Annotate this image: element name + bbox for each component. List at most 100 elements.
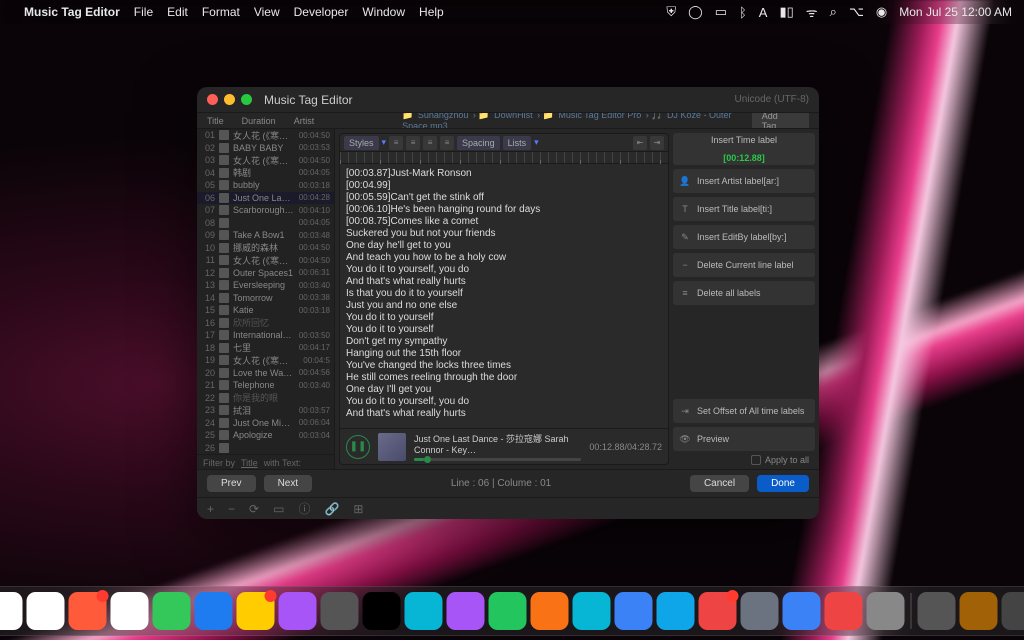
track-row[interactable]: 10挪威的森林00:04:50 <box>197 242 334 255</box>
track-row[interactable]: 02BABY BABY00:03:53 <box>197 142 334 155</box>
ruler[interactable] <box>340 152 668 164</box>
set-offset-button[interactable]: ⇥ Set Offset of All time labels <box>673 399 815 423</box>
track-row[interactable]: 03女人花 (《寒…00:04:50 <box>197 154 334 167</box>
lists-dropdown[interactable]: Lists <box>503 136 532 150</box>
align-left-icon[interactable]: ≡ <box>389 136 403 150</box>
menu-edit[interactable]: Edit <box>167 5 188 19</box>
grid-icon[interactable]: ⊞ <box>353 502 363 516</box>
styles-dropdown[interactable]: Styles <box>344 136 379 150</box>
folder-icon[interactable]: ▭ <box>273 502 284 516</box>
dock-app[interactable] <box>531 592 569 630</box>
minimize-icon[interactable] <box>224 94 235 105</box>
apply-all-checkbox[interactable]: Apply to all <box>673 455 815 465</box>
dock-app[interactable] <box>195 592 233 630</box>
dock-app[interactable] <box>741 592 779 630</box>
align-right-icon[interactable]: ≡ <box>423 136 437 150</box>
track-row[interactable]: 20Love the Way…00:04:56 <box>197 367 334 380</box>
link-icon[interactable]: 🔗 <box>324 502 339 516</box>
track-row[interactable]: 04韩剧00:04:05 <box>197 167 334 180</box>
dock-app[interactable] <box>279 592 317 630</box>
dock-app[interactable] <box>405 592 443 630</box>
dock-app[interactable] <box>867 592 905 630</box>
dock-app[interactable] <box>573 592 611 630</box>
track-row[interactable]: 14Tomorrow00:03:38 <box>197 292 334 305</box>
shield-icon[interactable]: ⛨ <box>666 4 676 20</box>
track-row[interactable]: 19女人花 (《寒…00:04:5 <box>197 354 334 367</box>
dock-app[interactable] <box>447 592 485 630</box>
add-icon[interactable]: + <box>207 502 214 516</box>
track-row[interactable]: 21Telephone00:03:40 <box>197 379 334 392</box>
dock-app[interactable] <box>0 592 23 630</box>
dock-app[interactable] <box>783 592 821 630</box>
col-artist[interactable]: Artist <box>294 116 315 126</box>
close-icon[interactable] <box>207 94 218 105</box>
insert-time-button[interactable]: Insert Time label [00:12.88] <box>673 133 815 165</box>
track-row[interactable]: 11女人花 (《寒…00:04:50 <box>197 254 334 267</box>
wifi-icon[interactable]: ᯤ <box>806 3 818 21</box>
track-row[interactable]: 25Apologize00:03:04 <box>197 429 334 442</box>
track-row[interactable]: 05bubbly00:03:18 <box>197 179 334 192</box>
track-row[interactable]: 15Katie00:03:18 <box>197 304 334 317</box>
menubar-clock[interactable]: Mon Jul 25 12:00 AM <box>899 5 1012 19</box>
prev-button[interactable]: Prev <box>207 475 256 492</box>
track-row[interactable]: 24Just One Min…00:06:04 <box>197 417 334 430</box>
indent-icon[interactable]: ⇥ <box>650 136 664 150</box>
dock-app[interactable] <box>657 592 695 630</box>
encoding-label[interactable]: Unicode (UTF-8) <box>735 94 809 105</box>
siri-icon[interactable]: ◉ <box>876 4 887 20</box>
info-icon[interactable]: ⓘ <box>298 500 310 517</box>
track-row[interactable]: 17International…00:03:50 <box>197 329 334 342</box>
input-icon[interactable]: A <box>759 5 768 20</box>
dock-app[interactable] <box>27 592 65 630</box>
dock-app[interactable] <box>363 592 401 630</box>
refresh-icon[interactable]: ⟳ <box>249 502 259 516</box>
dock-app[interactable] <box>918 592 956 630</box>
dock-app[interactable] <box>1002 592 1024 630</box>
preview-button[interactable]: 👁 Preview <box>673 427 815 451</box>
outdent-icon[interactable]: ⇤ <box>633 136 647 150</box>
insert-artist-button[interactable]: 👤 Insert Artist label[ar:] <box>673 169 815 193</box>
menu-file[interactable]: File <box>134 5 153 19</box>
menu-developer[interactable]: Developer <box>294 5 349 19</box>
col-duration[interactable]: Duration <box>242 116 276 126</box>
track-row[interactable]: 06Just One Last…00:04:28 <box>197 192 334 205</box>
display-icon[interactable]: ▭ <box>715 4 727 20</box>
dock-app[interactable] <box>69 592 107 630</box>
dock-app[interactable] <box>489 592 527 630</box>
add-tag-button[interactable]: Add Tag... <box>752 113 809 129</box>
breadcrumb[interactable]: 📁 Suhangzhou › 📁 DownHist › 📁 Music Tag … <box>402 113 752 129</box>
insert-title-button[interactable]: T Insert Title label[ti:] <box>673 197 815 221</box>
spacing-dropdown[interactable]: Spacing <box>457 136 500 150</box>
dock-app[interactable] <box>237 592 275 630</box>
dock-app[interactable] <box>153 592 191 630</box>
progress-bar[interactable] <box>414 458 581 461</box>
dock-app[interactable] <box>321 592 359 630</box>
done-button[interactable]: Done <box>757 475 809 492</box>
zoom-icon[interactable] <box>241 94 252 105</box>
cancel-button[interactable]: Cancel <box>690 475 749 492</box>
track-row[interactable]: 12Outer Spaces100:06:31 <box>197 267 334 280</box>
delete-line-button[interactable]: − Delete Current line label <box>673 253 815 277</box>
dock-app[interactable] <box>960 592 998 630</box>
track-row[interactable]: 26 <box>197 442 334 455</box>
dock-app[interactable] <box>699 592 737 630</box>
align-center-icon[interactable]: ≡ <box>406 136 420 150</box>
pause-icon[interactable]: ❚❚ <box>346 435 370 459</box>
menu-format[interactable]: Format <box>202 5 240 19</box>
menu-window[interactable]: Window <box>362 5 405 19</box>
battery-icon[interactable]: ▮▯ <box>779 4 793 20</box>
bluetooth-icon[interactable]: ᛒ <box>739 5 747 20</box>
filter-field[interactable]: Title <box>241 458 258 468</box>
menu-view[interactable]: View <box>254 5 280 19</box>
delete-all-button[interactable]: ≡ Delete all labels <box>673 281 815 305</box>
track-row[interactable]: 23拭泪00:03:57 <box>197 404 334 417</box>
track-row[interactable]: 01女人花 (《寒…00:04:50 <box>197 129 334 142</box>
track-row[interactable]: 22你是我的眼 <box>197 392 334 405</box>
align-justify-icon[interactable]: ≡ <box>440 136 454 150</box>
track-row[interactable]: 13Eversleeping00:03:40 <box>197 279 334 292</box>
menubar-appname[interactable]: Music Tag Editor <box>24 5 120 19</box>
remove-icon[interactable]: − <box>228 502 235 516</box>
next-button[interactable]: Next <box>264 475 313 492</box>
search-icon[interactable]: ⌕ <box>830 4 837 20</box>
menu-help[interactable]: Help <box>419 5 444 19</box>
